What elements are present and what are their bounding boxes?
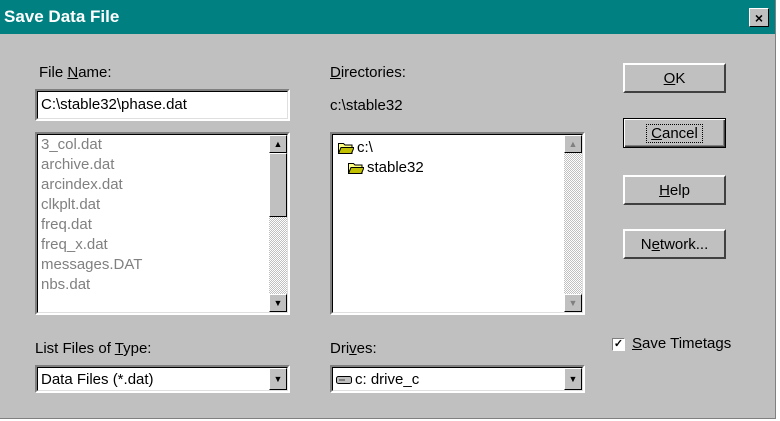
help-button[interactable]: Help <box>623 175 726 205</box>
file-type-label: List Files of Type: <box>35 340 152 357</box>
scroll-up-button[interactable]: ▲ <box>269 135 287 153</box>
drives-dropdown-button[interactable]: ▼ <box>564 368 582 390</box>
chevron-down-icon: ▼ <box>568 374 578 384</box>
down-arrow-icon: ▼ <box>568 298 578 308</box>
save-data-file-dialog: Save Data File × File Name: C:\stable32\… <box>0 0 776 419</box>
drives-select[interactable]: c: drive_c ▼ <box>330 365 585 393</box>
scroll-thumb[interactable] <box>269 153 287 217</box>
ok-button[interactable]: OK <box>623 63 726 93</box>
network-button[interactable]: Network... <box>623 229 726 259</box>
open-folder-icon <box>348 163 364 174</box>
list-item[interactable]: nbs.dat <box>41 275 142 295</box>
drive-icon <box>336 375 352 384</box>
directory-item-stable32[interactable]: stable32 <box>348 158 424 178</box>
save-timetags-checkbox[interactable]: ✓ <box>612 338 625 351</box>
list-item[interactable]: messages.DAT <box>41 255 142 275</box>
file-name-label: File Name: <box>39 64 112 81</box>
cancel-button-label: Cancel <box>646 123 703 143</box>
directories-label: Directories: <box>330 64 406 81</box>
ok-button-label: OK <box>663 69 686 87</box>
scroll-down-button[interactable]: ▼ <box>564 294 582 312</box>
open-folder-icon <box>338 143 354 154</box>
up-arrow-icon: ▲ <box>273 139 283 149</box>
cancel-button[interactable]: Cancel <box>623 118 726 148</box>
close-icon: × <box>754 9 764 26</box>
up-arrow-icon: ▲ <box>568 139 578 149</box>
directory-list-scrollbar[interactable]: ▲ ▼ <box>564 135 582 312</box>
help-button-label: Help <box>659 181 690 199</box>
checkmark-icon: ✓ <box>613 338 624 350</box>
list-item[interactable]: freq_x.dat <box>41 235 142 255</box>
directory-list[interactable]: c:\ stable32 ▲ ▼ <box>330 132 585 315</box>
chevron-down-icon: ▼ <box>273 374 283 384</box>
file-type-value: Data Files (*.dat) <box>41 371 154 388</box>
scroll-down-button[interactable]: ▼ <box>269 294 287 312</box>
save-timetags-label[interactable]: Save Timetags <box>632 335 731 352</box>
file-name-value: C:\stable32\phase.dat <box>41 96 187 113</box>
title-bar[interactable]: Save Data File × <box>0 0 775 34</box>
drives-label: Drives: <box>330 340 377 357</box>
file-type-select[interactable]: Data Files (*.dat) ▼ <box>35 365 290 393</box>
file-type-dropdown-button[interactable]: ▼ <box>269 368 287 390</box>
file-name-input[interactable]: C:\stable32\phase.dat <box>35 89 290 121</box>
list-item[interactable]: freq.dat <box>41 215 142 235</box>
window-title: Save Data File <box>4 7 120 26</box>
current-directory: c:\stable32 <box>330 97 403 114</box>
directory-item-root[interactable]: c:\ <box>338 138 424 158</box>
network-button-label: Network... <box>640 235 709 253</box>
down-arrow-icon: ▼ <box>273 298 283 308</box>
list-item[interactable]: 3_col.dat <box>41 135 142 155</box>
close-button[interactable]: × <box>749 8 769 27</box>
drives-value: c: drive_c <box>355 371 420 388</box>
file-list-scrollbar[interactable]: ▲ ▼ <box>269 135 287 312</box>
list-item[interactable]: archive.dat <box>41 155 142 175</box>
list-item[interactable]: clkplt.dat <box>41 195 142 215</box>
file-list[interactable]: 3_col.dat archive.dat arcindex.dat clkpl… <box>35 132 290 315</box>
scroll-up-button[interactable]: ▲ <box>564 135 582 153</box>
list-item[interactable]: arcindex.dat <box>41 175 142 195</box>
